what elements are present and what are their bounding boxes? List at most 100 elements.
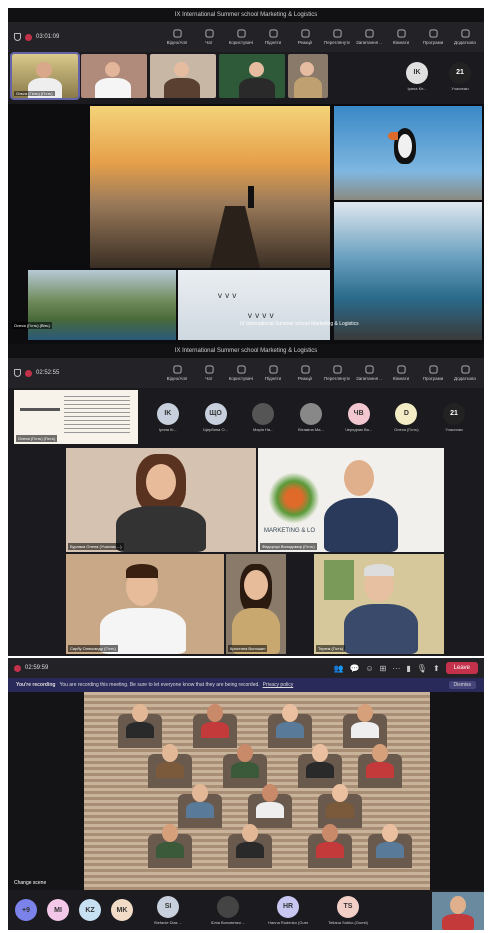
toolbar-button-hand[interactable]: Підняти [260, 29, 286, 45]
participants-count[interactable]: 21 Учасники [440, 61, 480, 91]
chat-icon [204, 29, 214, 38]
smile-icon [300, 365, 310, 374]
recording-banner: You're recording You are recording this … [8, 678, 484, 692]
attendee-head [207, 704, 223, 722]
toolbar-label: Відео/Апп [166, 376, 188, 381]
attendee-head [332, 784, 348, 802]
shared-slide-thumbnail[interactable]: Олеся (Гість) (Гість) [14, 390, 138, 444]
participant-tile[interactable] [219, 54, 285, 98]
chat-icon[interactable]: 💬 [350, 664, 360, 673]
camera-icon[interactable]: ▮ [406, 664, 410, 673]
participant-avatar[interactable]: D Олеся (Гість) [386, 402, 426, 432]
toolbar-button-video[interactable]: Відео/Апп [164, 365, 190, 381]
participant-avatar[interactable]: 21 Учасники [434, 402, 474, 432]
attendee-body [376, 842, 404, 858]
participant-avatar[interactable]: HR Hanna Rudenko (Guest) [262, 895, 314, 925]
avatar: ЩО [204, 402, 227, 425]
attendee-body [256, 802, 284, 818]
toolbar-button-more[interactable]: Додатково [452, 29, 478, 45]
participant-name: Сирбу Олександр (Гість) [68, 645, 118, 652]
meeting-window-3: 02:59:59 👥 💬 ☺ ⊞ ··· ▮ 🎙 ⬆ Leave You're … [8, 658, 484, 930]
participant-tile[interactable]: Сирбу Олександр (Гість) [66, 554, 224, 654]
toolbar-button-view[interactable]: Переглянути [324, 365, 350, 381]
attendee-body [126, 722, 154, 738]
participant-avatar[interactable]: ЧВ Чередник Ва... [339, 402, 379, 432]
toolbar-button-rooms[interactable]: Кімнати [388, 365, 414, 381]
share-caption: IX International Summer school Marketing… [240, 321, 359, 327]
rooms-icon [396, 365, 406, 374]
participant-avatar[interactable]: Вітаміна Ма... [291, 402, 331, 432]
participant-tile[interactable] [288, 54, 328, 98]
participant-strip: Ольга (Гість) (Гість) IK Ірина Кіт... 21 У… [8, 52, 484, 100]
more-icon[interactable]: ··· [392, 664, 400, 673]
meeting-toolbar: 02:59:59 👥 💬 ☺ ⊞ ··· ▮ 🎙 ⬆ Leave [8, 658, 484, 678]
photo-birds: ᵛ ᵛ ᵛ ᵛ ᵛ ᵛ ᵛ [178, 270, 330, 340]
toolbar-button-more[interactable]: Додатково [452, 365, 478, 381]
participants-icon[interactable]: 👥 [334, 664, 344, 673]
toolbar-label: Додатково [454, 376, 476, 381]
toolbar-button-people[interactable]: Користувачі [228, 365, 254, 381]
toolbar-button-chat[interactable]: Чат [196, 29, 222, 45]
toolbar-button-smile[interactable]: Реакції [292, 29, 318, 45]
leave-button[interactable]: Leave [445, 662, 478, 674]
participant-avatar[interactable]: Юлія Воловенко ... [202, 895, 254, 925]
attendee-body [186, 802, 214, 818]
toolbar-button-video[interactable]: Відео/Апп [164, 29, 190, 45]
toolbar-label: Програми [422, 40, 444, 45]
toolbar-button-smile[interactable]: Реакції [292, 365, 318, 381]
toolbar-button-people[interactable]: Користувачі [228, 29, 254, 45]
toolbar-button-rooms[interactable]: Кімнати [388, 29, 414, 45]
participant-tile[interactable] [81, 54, 147, 98]
react-icon[interactable]: ☺ [366, 664, 374, 673]
attendee-body [201, 722, 229, 738]
toolbar-button-apps[interactable]: Програми [420, 29, 446, 45]
rooms-icon[interactable]: ⊞ [380, 664, 387, 673]
attendee-head [262, 784, 278, 802]
avatar-name: Олеся (Гість) [394, 426, 419, 432]
participant-tile[interactable]: Кристина Волошин [226, 554, 286, 654]
participant-avatar[interactable]: MK [110, 899, 134, 921]
participant-avatar[interactable]: ЩО Щербина О... [196, 402, 236, 432]
mic-icon[interactable]: 🎙 [417, 664, 427, 673]
video-icon [172, 365, 182, 374]
toolbar-button-hand[interactable]: Підняти [260, 365, 286, 381]
participant-tile[interactable]: Бурлака Олена (Учасник ...) [66, 448, 256, 552]
participant-tile[interactable]: MARKETING & LO Федорчук Володимир (Гість… [258, 448, 444, 552]
attendee-head [132, 704, 148, 722]
dismiss-button[interactable]: Dismiss [448, 681, 476, 689]
change-scene-button[interactable]: Change scene [14, 880, 46, 886]
toolbar-button-question[interactable]: Запитання ... [356, 29, 382, 45]
attendee-head [382, 824, 398, 842]
participant-avatar[interactable]: +9 [14, 899, 38, 921]
avatar-name: Чередник Ва... [345, 426, 373, 432]
avatar-name: Ірина Кі... [159, 426, 177, 432]
people-icon [236, 29, 246, 38]
participant-avatar[interactable]: TS Tetiana Sobko (Guest) [322, 895, 374, 925]
participant-avatar[interactable]: MI [46, 899, 70, 921]
participant-avatar[interactable]: IK Ірина Кі... [148, 402, 188, 432]
participant-avatar[interactable]: IK Ірина Кіт... [397, 61, 437, 91]
toolbar-label: Переглянути [324, 376, 350, 381]
participant-avatar[interactable]: KZ [78, 899, 102, 921]
more-icon [460, 365, 470, 374]
participant-avatar[interactable]: SI Stefanie Diaz ... [142, 895, 194, 925]
avatar: MI [47, 899, 69, 921]
toolbar-button-apps[interactable]: Програми [420, 365, 446, 381]
together-mode-scene: Change scene [8, 692, 484, 890]
participant-tile[interactable]: Ольга (Гість) (Гість) [10, 52, 80, 100]
attendee-head [282, 704, 298, 722]
toolbar-button-chat[interactable]: Чат [196, 365, 222, 381]
attendee-body [351, 722, 379, 738]
participant-tile[interactable]: Тертик (Гість) [314, 554, 444, 654]
avatar-name: Юлія Воловенко ... [210, 919, 246, 925]
toolbar-button-view[interactable]: Переглянути [324, 29, 350, 45]
attendee-head [162, 744, 178, 762]
participant-avatar[interactable]: Марія На... [243, 402, 283, 432]
toolbar-button-question[interactable]: Запитання ... [356, 365, 382, 381]
video-icon [172, 29, 182, 38]
share-icon[interactable]: ⬆ [433, 664, 440, 673]
participant-name: Кристина Волошин [228, 645, 268, 652]
participant-tile[interactable] [150, 54, 216, 98]
self-view[interactable] [432, 892, 484, 930]
privacy-link[interactable]: Privacy policy [263, 682, 294, 688]
